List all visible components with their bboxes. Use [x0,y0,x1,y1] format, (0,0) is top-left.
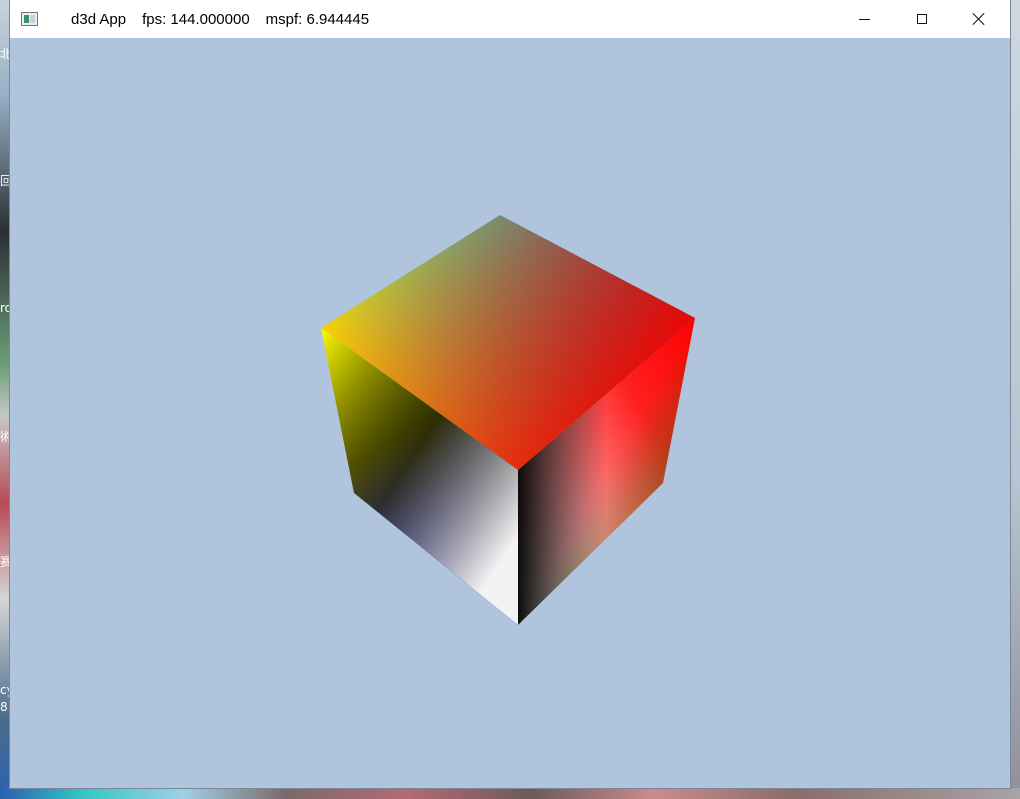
maximize-button[interactable] [893,0,951,38]
cube-render [321,215,695,625]
desktop-taskbar-strip [0,788,1020,799]
app-window: d3d App fps: 144.000000 mspf: 6.944445 [10,0,1010,788]
render-viewport[interactable] [10,38,1010,788]
minimize-button[interactable] [835,0,893,38]
minimize-icon [858,18,870,20]
fps-readout: fps: 144.000000 [142,10,250,28]
desktop-edge [1010,0,1020,799]
maximize-icon [917,14,927,24]
title-bar[interactable]: d3d App fps: 144.000000 mspf: 6.944445 [10,0,1010,38]
close-button[interactable] [950,0,1008,38]
app-name: d3d App [71,10,127,28]
mspf-readout: mspf: 6.944445 [265,10,370,28]
close-icon [972,12,986,26]
app-icon[interactable] [21,12,38,26]
